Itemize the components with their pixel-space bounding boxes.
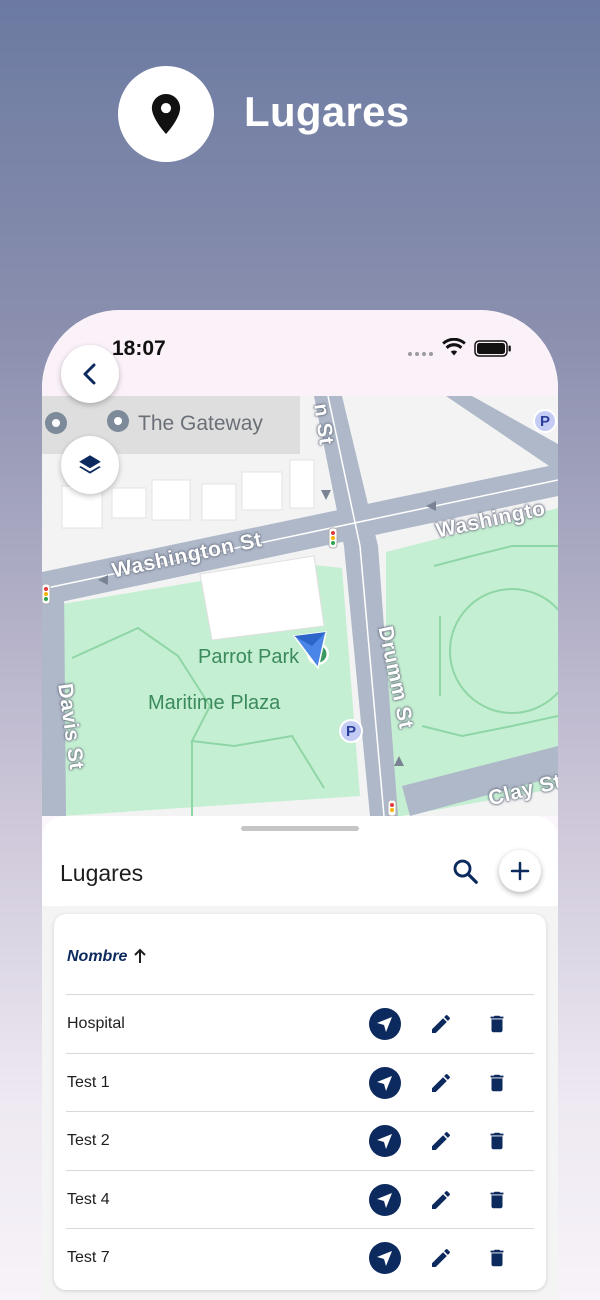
sort-ascending-icon[interactable] <box>132 947 148 965</box>
trash-icon <box>490 1074 504 1091</box>
place-name: Test 1 <box>67 1073 110 1091</box>
delete-button[interactable] <box>480 1124 514 1158</box>
place-name: Test 2 <box>67 1132 110 1149</box>
table-row[interactable]: Test 7 <box>66 1228 534 1287</box>
wifi-icon <box>442 338 466 356</box>
layers-icon <box>79 455 101 474</box>
delete-button[interactable] <box>480 1066 514 1100</box>
back-button[interactable] <box>61 345 119 403</box>
trash-icon <box>490 1132 504 1150</box>
navigate-button[interactable] <box>368 1183 402 1217</box>
search-icon <box>453 859 478 884</box>
status-time: 18:07 <box>112 337 166 360</box>
edit-button[interactable] <box>424 1066 458 1100</box>
map-label-maritime-plaza: Maritime Plaza <box>148 692 281 714</box>
navigation-arrow-icon <box>369 1125 401 1157</box>
place-name: Hospital <box>67 1015 125 1032</box>
place-name: Test 4 <box>67 1190 110 1208</box>
map-view[interactable]: The Gateway Washington St Washingto Parr… <box>42 396 558 816</box>
pencil-icon <box>432 1014 450 1033</box>
table-row[interactable]: Test 2 <box>66 1111 534 1170</box>
add-place-button[interactable] <box>499 850 541 892</box>
header-location-badge <box>118 66 214 162</box>
edit-button[interactable] <box>424 1124 458 1158</box>
table-row[interactable]: Hospital <box>66 994 534 1053</box>
layers-button[interactable] <box>61 436 119 494</box>
parking-label-top: P <box>540 413 551 430</box>
drag-handle[interactable] <box>241 826 359 831</box>
table-row[interactable]: Test 4 <box>66 1169 534 1229</box>
battery-icon <box>474 340 511 357</box>
map-label-the-gateway: The Gateway <box>138 412 263 435</box>
navigate-button[interactable] <box>368 1066 402 1100</box>
sheet-title: Lugares <box>60 860 144 886</box>
status-bar: 18:07 <box>42 310 558 396</box>
edit-button[interactable] <box>424 1183 458 1217</box>
navigation-arrow-icon <box>369 1066 401 1099</box>
plus-icon <box>510 861 530 881</box>
navigation-arrow-icon <box>369 1183 401 1216</box>
delete-button[interactable] <box>480 1007 514 1041</box>
navigate-button[interactable] <box>368 1007 402 1041</box>
delete-button[interactable] <box>480 1183 514 1217</box>
pencil-icon <box>432 1248 450 1267</box>
page-title: Lugares <box>244 88 410 135</box>
delete-button[interactable] <box>480 1241 514 1275</box>
pencil-icon <box>432 1073 450 1092</box>
table-area: Nombre Hospital Test 1 Test 2 Test 4 Tes… <box>42 906 558 1300</box>
place-name: Test 7 <box>67 1249 110 1266</box>
table-header: Nombre <box>54 914 546 994</box>
pencil-icon <box>432 1190 450 1209</box>
map-label-parrot-park: Parrot Park <box>198 646 300 668</box>
trash-icon <box>490 1191 504 1208</box>
navigate-button[interactable] <box>368 1241 402 1275</box>
chevron-left-icon <box>83 363 96 385</box>
trash-icon <box>490 1015 504 1033</box>
phone-frame: 18:07 The Gateway Washington St Washingt… <box>42 310 558 1300</box>
navigate-button[interactable] <box>368 1124 402 1158</box>
edit-button[interactable] <box>424 1241 458 1275</box>
location-pin-icon <box>151 94 181 134</box>
search-button[interactable] <box>450 856 480 886</box>
navigation-arrow-icon <box>369 1008 401 1040</box>
places-table: Nombre Hospital Test 1 Test 2 Test 4 Tes… <box>54 914 546 1290</box>
trash-icon <box>490 1249 504 1267</box>
column-header-name[interactable]: Nombre <box>67 948 127 966</box>
navigation-arrow-icon <box>369 1242 401 1274</box>
pencil-icon <box>432 1131 450 1150</box>
places-sheet: Lugares Nombre Hospital Test 1 Test 2 Te… <box>42 816 558 1300</box>
parking-label-park: P <box>346 723 357 740</box>
signal-icon <box>408 352 433 356</box>
table-row[interactable]: Test 1 <box>66 1052 534 1112</box>
edit-button[interactable] <box>424 1007 458 1041</box>
